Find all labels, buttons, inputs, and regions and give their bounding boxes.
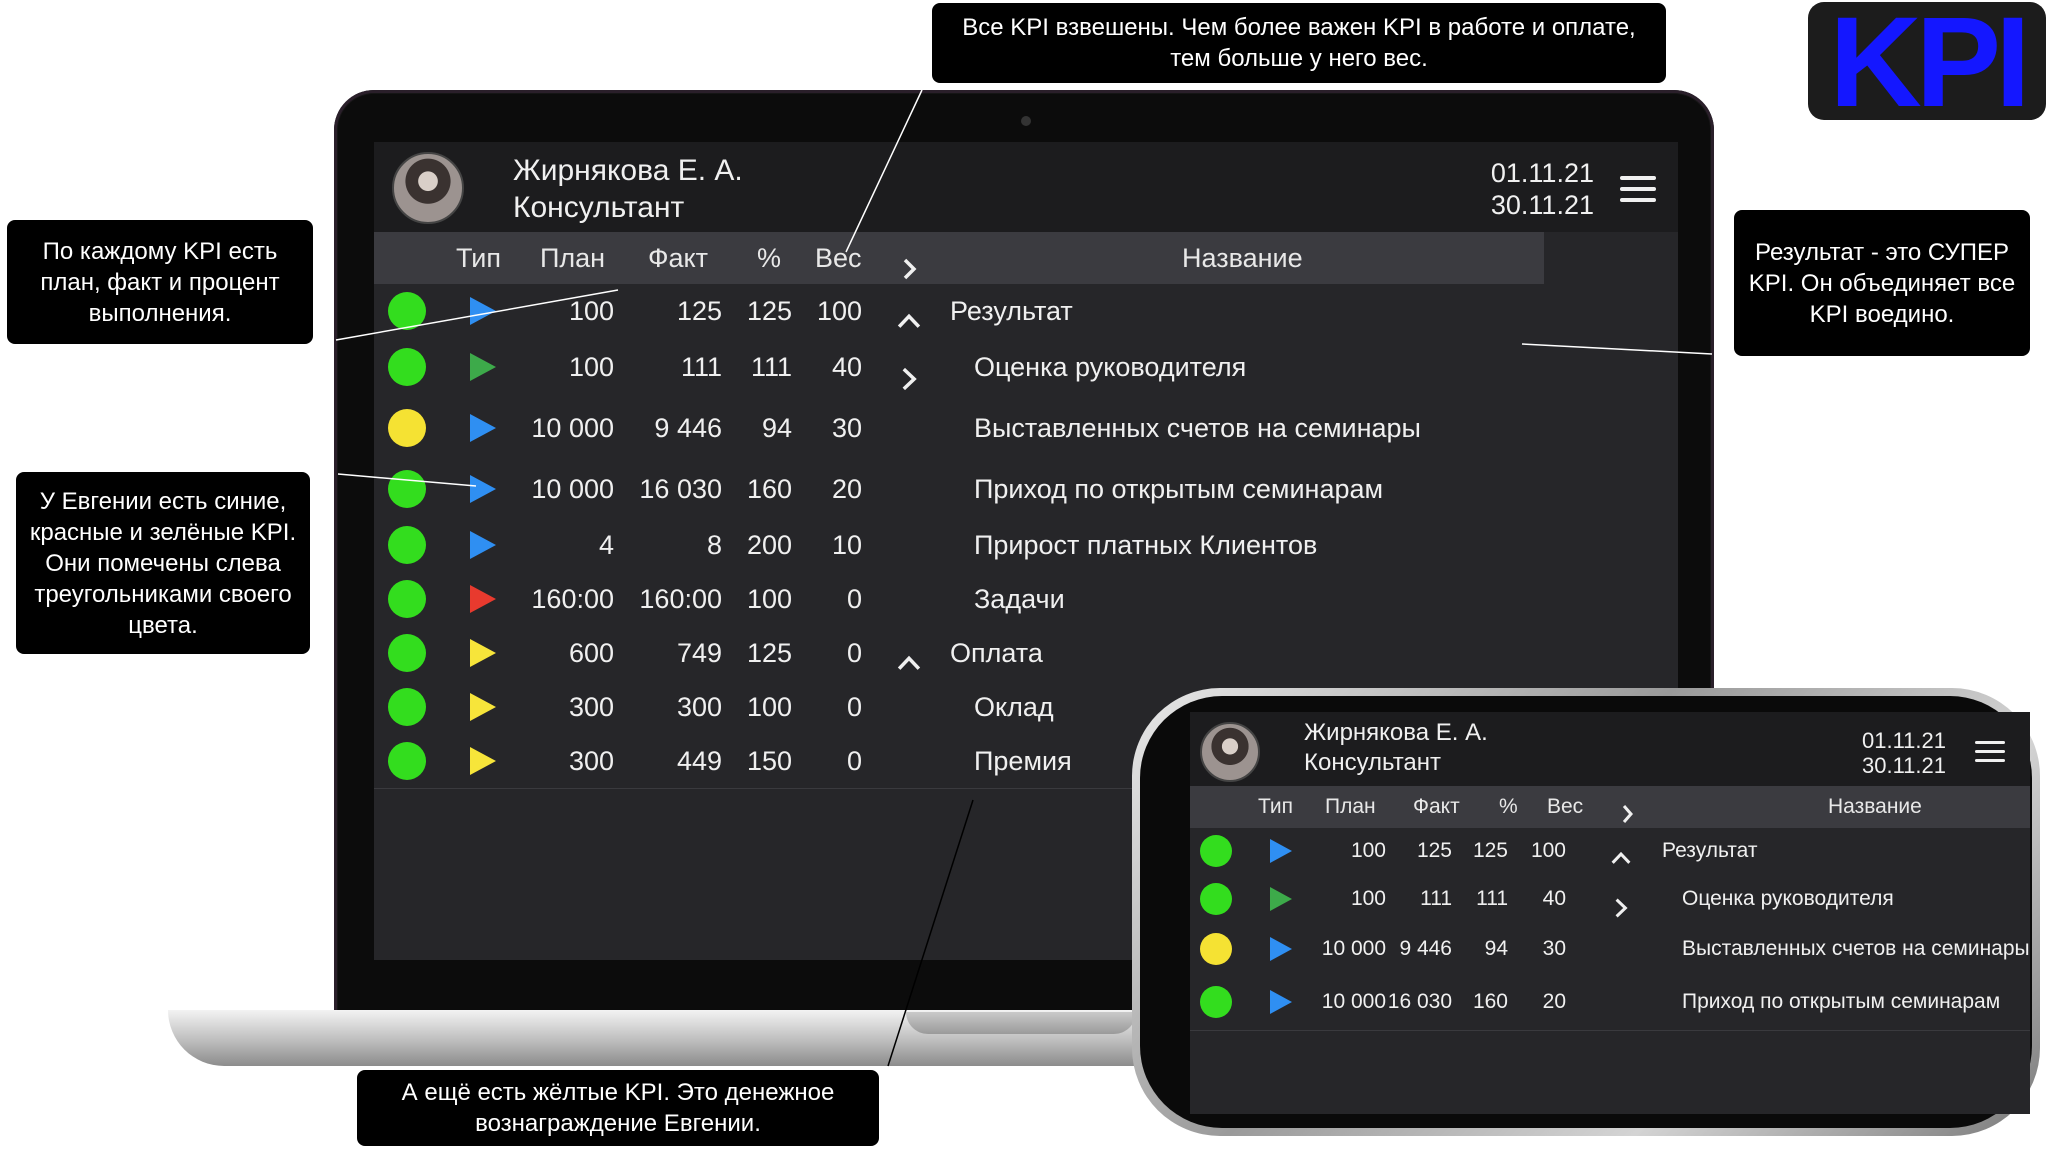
callout-plan-fact: По каждому KPI есть план, факт и процент… <box>7 220 313 344</box>
callout-weights: Все KPI взвешены. Чем более важен KPI в … <box>932 3 1666 83</box>
callout-colors: У Евгении есть синие, красные и зелёные … <box>16 472 310 654</box>
callout-result: Результат - это СУПЕР KPI. Он объединяет… <box>1734 210 2030 356</box>
callout-yellow: А ещё есть жёлтые KPI. Это денежное возн… <box>357 1070 879 1146</box>
